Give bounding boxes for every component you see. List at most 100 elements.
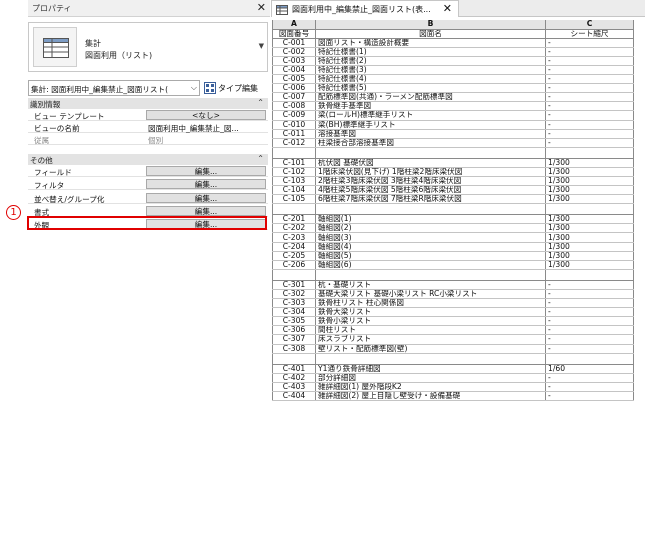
cell-name[interactable]: 特記仕様書(4)	[315, 74, 546, 85]
cell-scale[interactable]: 1/300	[545, 194, 634, 205]
cell-number[interactable]: C-402	[272, 373, 316, 383]
column-letter-b[interactable]: B	[315, 20, 546, 30]
cell-scale[interactable]: 1/300	[545, 176, 634, 187]
formatting-edit-button[interactable]: 編集...	[146, 206, 266, 216]
table-row[interactable]: C-105 6階柱梁7階床梁伏図 7階柱梁R階床梁伏図 1/300	[272, 194, 634, 205]
cell-number[interactable]: C-204	[272, 242, 316, 252]
table-row[interactable]: C-401 Y1通り鉄骨詳細図 1/60	[272, 364, 634, 374]
table-row[interactable]: C-205 軸組図(5) 1/300	[272, 251, 634, 261]
cell-name[interactable]: 溶接基準図	[315, 129, 546, 139]
cell-number[interactable]: C-305	[272, 316, 316, 327]
cell-number[interactable]: C-206	[272, 260, 316, 270]
cell-number[interactable]: C-005	[272, 74, 316, 85]
cell-scale[interactable]: 1/300	[545, 260, 634, 270]
cell-number[interactable]: C-308	[272, 344, 316, 354]
header-scale[interactable]: シート縮尺	[545, 29, 634, 39]
cell-name[interactable]: 間柱リスト	[315, 325, 546, 336]
table-row[interactable]: C-303 鉄骨柱リスト 柱心関係図 -	[272, 298, 634, 309]
cell-scale[interactable]: -	[545, 298, 634, 309]
cell-name[interactable]: 特記仕様書(1)	[315, 47, 546, 57]
cell-number[interactable]: C-009	[272, 110, 316, 121]
cell-name[interactable]: 梁(BH)標準継手リスト	[315, 120, 546, 130]
cell-scale[interactable]: 1/300	[545, 223, 634, 234]
table-row[interactable]: C-202 軸組図(2) 1/300	[272, 223, 634, 234]
filter-edit-button[interactable]: 編集...	[146, 179, 266, 189]
cell-number[interactable]: C-307	[272, 334, 316, 345]
table-row[interactable]: C-302 基礎大梁リスト 基礎小梁リスト RC小梁リスト -	[272, 289, 634, 300]
cell-name[interactable]: 2階柱梁3階床梁伏図 3階柱梁4階床梁伏図	[315, 176, 546, 187]
cell-name[interactable]: 壁リスト・配筋標準図(壁)	[315, 344, 546, 354]
cell-number[interactable]: C-002	[272, 47, 316, 57]
cell-name[interactable]: 1階床梁伏図(見下げ) 1階柱梁2階床梁伏図	[315, 167, 546, 178]
cell-scale[interactable]: -	[545, 334, 634, 345]
cell-number[interactable]: C-102	[272, 167, 316, 178]
cell-name[interactable]: 特記仕様書(2)	[315, 56, 546, 66]
cell-scale[interactable]: -	[545, 47, 634, 57]
table-row[interactable]: C-305 鉄骨小梁リスト -	[272, 316, 634, 327]
table-row[interactable]: C-004 特記仕様書(3) -	[272, 65, 634, 76]
header-name[interactable]: 図面名	[315, 29, 546, 39]
view-tab[interactable]: 図面利用中_編集禁止_図面リスト(表... ✕	[271, 0, 459, 17]
cell-name[interactable]: 軸組図(5)	[315, 251, 546, 261]
cell-number[interactable]: C-202	[272, 223, 316, 234]
cell-name[interactable]: 床スラブリスト	[315, 334, 546, 345]
table-row[interactable]: C-307 床スラブリスト -	[272, 334, 634, 345]
table-row[interactable]: C-007 配筋標準図(共通)・ラーメン配筋標準図 -	[272, 92, 634, 103]
cell-scale[interactable]: -	[545, 110, 634, 121]
table-row[interactable]: C-308 壁リスト・配筋標準図(壁) -	[272, 344, 634, 354]
caret-down-icon[interactable]: ▼	[259, 42, 264, 50]
column-letter-a[interactable]: A	[272, 20, 316, 30]
cell-scale[interactable]: -	[545, 38, 634, 48]
cell-scale[interactable]: -	[545, 391, 634, 401]
instance-filter-dropdown[interactable]: 集計: 図面利用中_編集禁止_図面リスト( ⌵	[28, 80, 200, 96]
cell-scale[interactable]: -	[545, 120, 634, 130]
collapse-icon[interactable]: ⌃	[257, 154, 264, 163]
cell-number[interactable]: C-008	[272, 101, 316, 112]
cell-number[interactable]: C-001	[272, 38, 316, 48]
table-row[interactable]: C-010 梁(BH)標準継手リスト -	[272, 120, 634, 130]
cell-name[interactable]: 雑詳細図(2) 屋上目隠し壁受け・設備基礎	[315, 391, 546, 401]
cell-name[interactable]: 軸組図(3)	[315, 232, 546, 243]
table-row[interactable]: C-012 柱梁接合部溶接基準図 -	[272, 138, 634, 148]
cell-scale[interactable]: -	[545, 56, 634, 66]
cell-scale[interactable]: -	[545, 373, 634, 383]
table-row[interactable]: C-204 軸組図(4) 1/300	[272, 242, 634, 252]
table-row[interactable]: C-301 杭・基礎リスト -	[272, 280, 634, 290]
cell-name[interactable]: 軸組図(6)	[315, 260, 546, 270]
cell-number[interactable]: C-103	[272, 176, 316, 187]
cell-number[interactable]: C-303	[272, 298, 316, 309]
cell-number[interactable]: C-011	[272, 129, 316, 139]
cell-scale[interactable]: 1/300	[545, 158, 634, 168]
cell-name[interactable]: 特記仕様書(5)	[315, 83, 546, 94]
cell-name[interactable]: 特記仕様書(3)	[315, 65, 546, 76]
cell-number[interactable]: C-306	[272, 325, 316, 336]
cell-name[interactable]: 鉄骨小梁リスト	[315, 316, 546, 327]
cell-scale[interactable]: -	[545, 307, 634, 318]
cell-scale[interactable]: -	[545, 138, 634, 148]
cell-number[interactable]: C-003	[272, 56, 316, 66]
table-row[interactable]: C-306 間柱リスト -	[272, 325, 634, 336]
cell-scale[interactable]: 1/300	[545, 242, 634, 252]
cell-name[interactable]: 柱梁接合部溶接基準図	[315, 138, 546, 148]
view-name-field[interactable]: 図面利用中_編集禁止_図...	[146, 123, 266, 133]
fields-edit-button[interactable]: 編集...	[146, 166, 266, 176]
table-row[interactable]: C-203 軸組図(3) 1/300	[272, 232, 634, 243]
cell-number[interactable]: C-004	[272, 65, 316, 76]
cell-number[interactable]: C-404	[272, 391, 316, 401]
cell-number[interactable]: C-105	[272, 194, 316, 205]
table-row[interactable]: C-103 2階柱梁3階床梁伏図 3階柱梁4階床梁伏図 1/300	[272, 176, 634, 187]
group-other[interactable]: その他 ⌃	[28, 154, 268, 165]
cell-name[interactable]: 鉄骨柱リスト 柱心関係図	[315, 298, 546, 309]
cell-name[interactable]: 配筋標準図(共通)・ラーメン配筋標準図	[315, 92, 546, 103]
sorting-edit-button[interactable]: 編集...	[146, 193, 266, 203]
cell-name[interactable]: 軸組図(2)	[315, 223, 546, 234]
table-row[interactable]: C-005 特記仕様書(4) -	[272, 74, 634, 85]
cell-scale[interactable]: -	[545, 280, 634, 290]
cell-number[interactable]: C-010	[272, 120, 316, 130]
table-row[interactable]: C-001 図面リスト・構造設計概要 -	[272, 38, 634, 48]
cell-scale[interactable]: 1/300	[545, 167, 634, 178]
cell-name[interactable]: 4階柱梁5階床梁伏図 5階柱梁6階床梁伏図	[315, 185, 546, 196]
table-row[interactable]: C-403 雑詳細図(1) 屋外階段K2-	[272, 382, 634, 392]
cell-scale[interactable]: 1/300	[545, 251, 634, 261]
header-number[interactable]: 図面番号	[272, 29, 316, 39]
